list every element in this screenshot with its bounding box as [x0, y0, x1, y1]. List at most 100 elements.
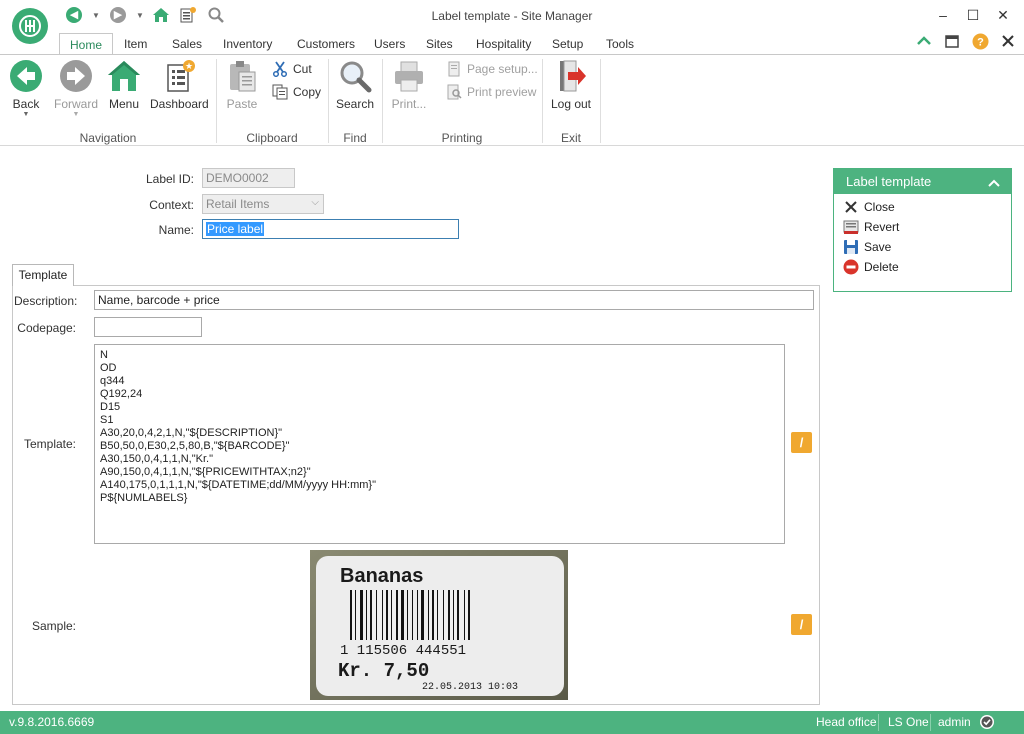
search-icon: [338, 59, 372, 93]
tab-users[interactable]: Users: [364, 33, 415, 55]
description-field[interactable]: Name, barcode + price: [94, 290, 814, 310]
barcode-bar: [396, 590, 398, 640]
edit-template-button[interactable]: /: [791, 432, 812, 453]
collapse-panel-icon[interactable]: [987, 169, 1001, 194]
version-text: v.9.8.2016.6669: [9, 715, 95, 729]
forward-dropdown-caret[interactable]: ▼: [52, 111, 100, 118]
tab-customers[interactable]: Customers: [287, 33, 365, 55]
revert-icon: [843, 219, 859, 235]
paste-button[interactable]: Paste: [224, 59, 260, 111]
copy-button[interactable]: Copy: [272, 82, 321, 102]
logout-button[interactable]: Log out: [550, 59, 592, 111]
close-document-icon[interactable]: [1000, 33, 1016, 52]
barcode-bar: [464, 590, 465, 640]
sample-label-image: Bananas 1 115506 444551 Kr. 7,50 22.05.2…: [310, 550, 568, 700]
delete-action[interactable]: Delete: [843, 258, 899, 276]
status-separator: [878, 714, 879, 731]
name-field[interactable]: Price label: [202, 219, 459, 239]
close-action[interactable]: Close: [843, 198, 895, 216]
dashboard-button[interactable]: ★ Dashboard: [150, 59, 209, 111]
barcode-bar: [453, 590, 454, 640]
window-layout-icon[interactable]: [944, 33, 960, 52]
barcode-bar: [437, 590, 438, 640]
search-label: Search: [336, 97, 375, 111]
tab-tools[interactable]: Tools: [596, 33, 644, 55]
store-text: Head office: [816, 715, 877, 729]
tab-sales[interactable]: Sales: [162, 33, 212, 55]
barcode-bar: [412, 590, 413, 640]
page-setup-label: Page setup...: [467, 62, 538, 76]
barcode-bar: [376, 590, 377, 640]
menu-button[interactable]: Menu: [106, 59, 142, 111]
barcode-bar: [443, 590, 444, 640]
group-separator: [600, 59, 601, 143]
actions-panel-title: Label template: [846, 174, 932, 189]
barcode-bar: [360, 590, 363, 640]
tab-hospitality[interactable]: Hospitality: [466, 33, 541, 55]
tab-item[interactable]: Item: [114, 33, 157, 55]
paste-label: Paste: [226, 97, 258, 111]
revert-action[interactable]: Revert: [843, 218, 899, 236]
label-id-field[interactable]: DEMO0002: [202, 168, 295, 188]
collapse-ribbon-icon[interactable]: [916, 33, 932, 52]
close-action-label: Close: [864, 200, 895, 214]
edit-sample-button[interactable]: /: [791, 614, 812, 635]
scissors-icon: [272, 61, 288, 77]
barcode-bar: [468, 590, 470, 640]
name-label: Name:: [158, 223, 194, 237]
actions-panel-header: Label template: [834, 169, 1011, 194]
dashboard-icon: ★: [162, 59, 196, 93]
home-icon: [107, 59, 141, 93]
search-button[interactable]: Search: [336, 59, 374, 111]
description-label: Description:: [14, 294, 78, 308]
print-button[interactable]: Print...: [388, 59, 430, 111]
save-action[interactable]: Save: [843, 238, 891, 256]
page-setup-button[interactable]: Page setup...: [446, 59, 538, 79]
barcode-bar: [366, 590, 367, 640]
barcode-bar: [457, 590, 459, 640]
tab-home[interactable]: Home: [59, 33, 114, 55]
context-select[interactable]: Retail Items ⌵: [202, 194, 324, 214]
barcode-bar: [407, 590, 408, 640]
label-id-label: Label ID:: [145, 172, 194, 186]
page-setup-icon: [446, 61, 462, 77]
paste-icon: [225, 59, 259, 93]
save-action-label: Save: [864, 240, 892, 254]
barcode-bar: [428, 590, 429, 640]
logout-label: Log out: [550, 97, 592, 111]
dashboard-label: Dashboard: [150, 97, 209, 111]
tab-sites[interactable]: Sites: [416, 33, 463, 55]
cut-label: Cut: [293, 62, 312, 76]
maximize-button[interactable]: ☐: [962, 5, 984, 25]
status-bar: v.9.8.2016.6669 Head office LS One admin: [0, 711, 1024, 734]
forward-button[interactable]: Forward ▼: [52, 59, 100, 118]
sample-barcode-digits: 1 115506 444551: [340, 643, 466, 659]
template-label: Template:: [23, 437, 76, 451]
group-label-printing: Printing: [441, 131, 483, 145]
print-preview-button[interactable]: Print preview: [446, 82, 536, 102]
help-icon[interactable]: ?: [972, 33, 989, 53]
back-dropdown-caret[interactable]: ▼: [6, 111, 46, 118]
close-icon: [843, 199, 859, 215]
tab-setup[interactable]: Setup: [542, 33, 593, 55]
barcode-bar: [386, 590, 388, 640]
tab-template[interactable]: Template: [12, 264, 74, 286]
delete-icon: [843, 259, 859, 275]
minimize-button[interactable]: –: [932, 5, 954, 25]
barcode-bar: [370, 590, 372, 640]
close-window-button[interactable]: ✕: [992, 5, 1014, 25]
codepage-label: Codepage:: [17, 321, 76, 335]
ribbon: Back ▼ Forward ▼ Menu ★ Dashboard Naviga…: [0, 54, 1024, 146]
back-button[interactable]: Back ▼: [6, 59, 46, 118]
cut-button[interactable]: Cut: [272, 59, 312, 79]
template-textarea[interactable]: N OD q344 Q192,24 D15 S1 A30,20,0,4,2,1,…: [94, 344, 785, 544]
menu-label: Menu: [108, 97, 140, 111]
actions-panel: Label template Close Revert Save Delete: [833, 168, 1012, 292]
context-selected-value: Retail Items: [206, 197, 270, 211]
tab-inventory[interactable]: Inventory: [213, 33, 282, 55]
sample-label: Sample:: [31, 619, 76, 633]
sample-product-text: Bananas: [340, 565, 423, 587]
codepage-field[interactable]: [94, 317, 202, 337]
svg-text:?: ?: [977, 37, 984, 49]
window-title: Label template - Site Manager: [431, 9, 593, 23]
